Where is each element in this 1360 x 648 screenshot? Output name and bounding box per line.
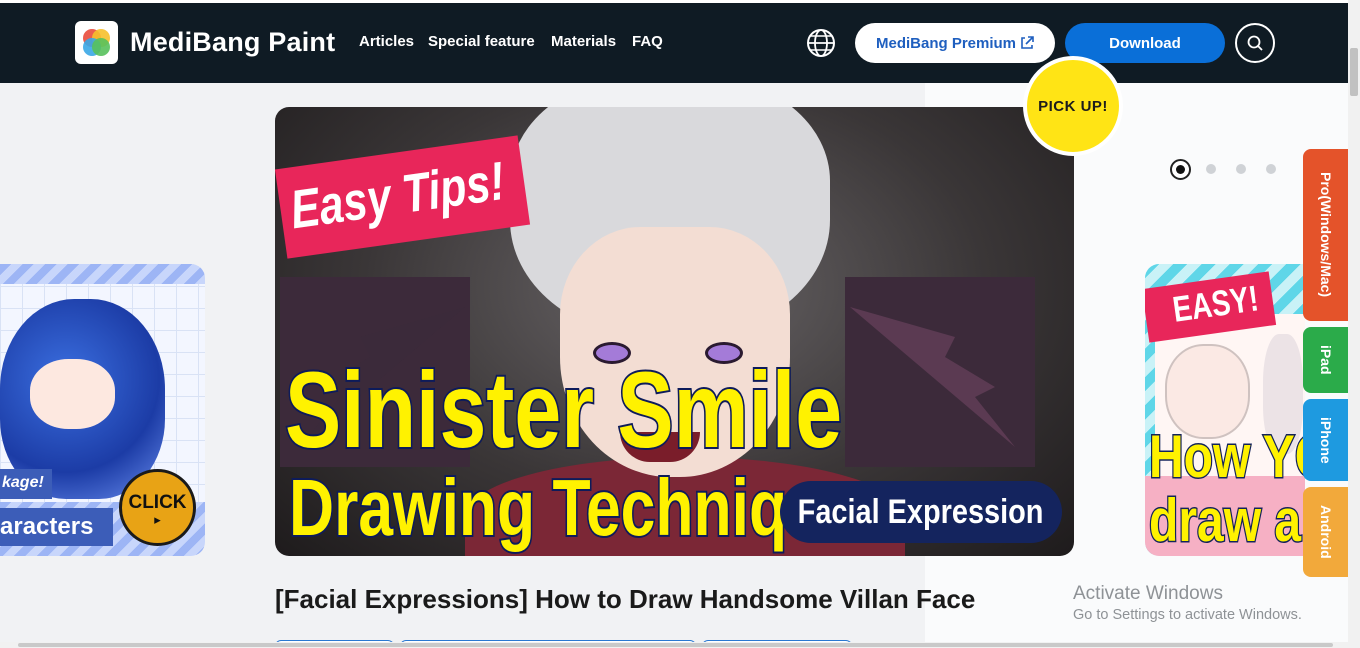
pick-up-badge: PICK UP! [1023,56,1123,156]
easy-label: EASY! [1170,277,1261,330]
side-tab-pro-windows-mac[interactable]: Pro(Windows/Mac) [1303,149,1349,321]
slide-tag-large: aracters [0,508,113,546]
slide-stripe-decoration [0,264,205,284]
medibang-premium-button[interactable]: MediBang Premium [855,23,1055,63]
language-globe-icon[interactable] [806,28,836,58]
easy-tips-ribbon: Easy Tips! [275,135,531,259]
carousel-slide-next[interactable]: EASY! How YO draw a [1145,264,1305,556]
slide-headline-line2: draw a [1148,486,1302,556]
horizontal-scrollbar-thumb[interactable] [18,643,1333,647]
nav-articles[interactable]: Articles [359,33,414,50]
external-link-icon [1021,36,1034,49]
facial-expression-label: Facial Expression [798,492,1044,531]
carousel-dot-4[interactable] [1266,164,1276,174]
click-label: CLICK [128,492,187,513]
side-tab-label: Pro(Windows/Mac) [1318,172,1334,298]
side-tab-android[interactable]: Android [1303,487,1349,577]
slide-headline-line1: Sinister Smile [283,347,843,472]
side-tab-iphone[interactable]: iPhone [1303,399,1349,481]
bat-wing-right [845,277,1035,467]
vertical-scrollbar[interactable] [1348,0,1360,648]
side-tab-label: iPad [1318,345,1334,375]
facial-expression-pill: Facial Expression [780,481,1062,543]
side-tab-ipad[interactable]: iPad [1303,327,1349,393]
slide-illustration-face [30,359,115,429]
slide-headline-line1: How YO [1148,422,1305,492]
slide-tag-small: kage! [0,469,52,499]
click-badge[interactable]: CLICK ▸ [119,469,196,546]
medibang-logo-icon[interactable] [75,21,118,64]
carousel-dot-3[interactable] [1236,164,1246,174]
side-tab-label: iPhone [1318,416,1334,464]
vertical-scrollbar-thumb[interactable] [1350,48,1358,96]
premium-label: MediBang Premium [875,34,1017,52]
search-icon [1247,35,1263,51]
activate-windows-subtitle: Go to Settings to activate Windows. [1073,607,1302,623]
carousel-dot-2[interactable] [1206,164,1216,174]
nav-faq[interactable]: FAQ [632,33,663,50]
horizontal-scrollbar[interactable] [0,642,1348,648]
site-header: MediBang Paint Articles Special feature … [0,3,1348,83]
play-arrow-icon: ▸ [154,511,161,527]
download-button[interactable]: Download [1065,23,1225,63]
article-title-link[interactable]: [Facial Expressions] How to Draw Handsom… [275,584,975,615]
brand-name[interactable]: MediBang Paint [130,27,335,58]
search-button[interactable] [1235,23,1275,63]
nav-materials[interactable]: Materials [551,33,616,50]
slide-headline-line2: Drawing Technique [287,461,861,554]
activate-windows-title: Activate Windows [1073,583,1223,604]
carousel-slide-active[interactable]: Easy Tips! Sinister Smile Drawing Techni… [275,107,1074,556]
carousel-slide-previous[interactable]: kage! aracters CLICK ▸ [0,264,205,556]
easy-tips-label: Easy Tips! [286,151,509,241]
side-tab-label: Android [1318,505,1334,559]
nav-special-feature[interactable]: Special feature [428,33,535,50]
carousel-dot-1[interactable] [1170,159,1191,180]
